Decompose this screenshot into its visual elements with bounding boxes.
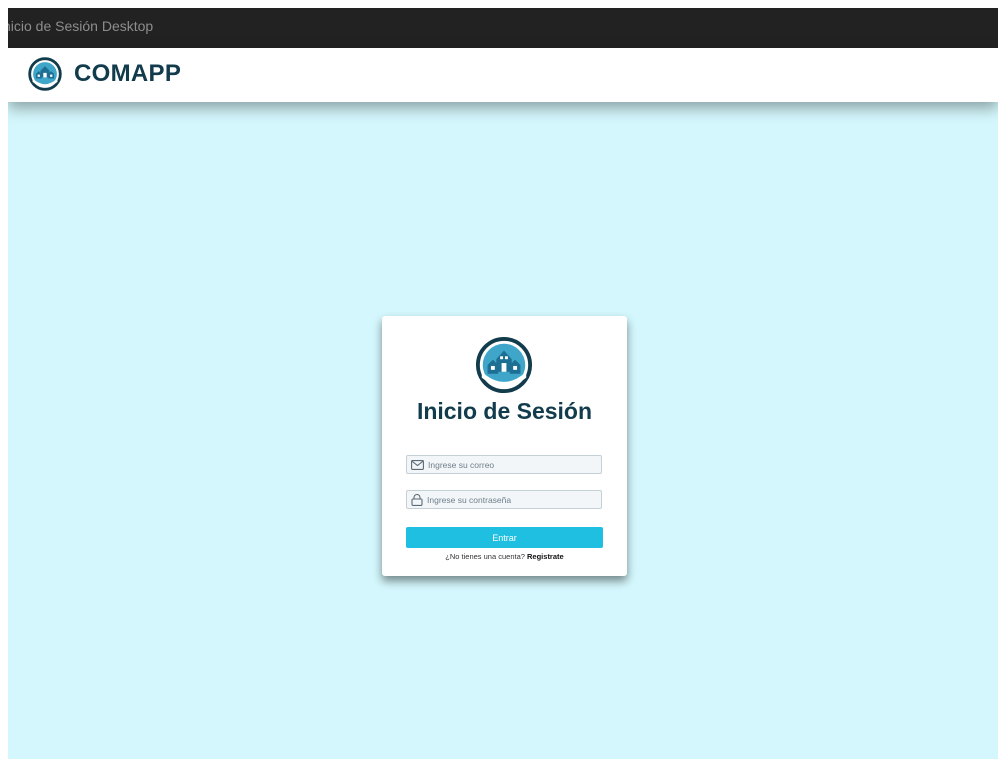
password-input[interactable] bbox=[423, 491, 597, 508]
app-window: nicio de Sesión Desktop COMAPP Inicio de… bbox=[8, 8, 998, 759]
login-card: Inicio de Sesión Entrar ¿No tienes una c… bbox=[382, 316, 627, 576]
house-community-logo-icon bbox=[28, 57, 62, 91]
lock-icon bbox=[411, 493, 423, 506]
envelope-icon bbox=[411, 459, 424, 470]
page-title: Inicio de Sesión bbox=[416, 398, 593, 424]
window-title: nicio de Sesión Desktop bbox=[8, 18, 154, 34]
register-text: ¿No tienes una cuenta? bbox=[445, 552, 525, 561]
window-titlebar: nicio de Sesión Desktop bbox=[8, 8, 998, 48]
password-field[interactable] bbox=[406, 490, 602, 509]
register-prompt: ¿No tienes una cuenta? Registrate bbox=[382, 552, 627, 561]
house-community-logo-icon bbox=[475, 336, 533, 394]
brand-name: COMAPP bbox=[74, 60, 182, 87]
email-input[interactable] bbox=[424, 456, 598, 473]
register-link[interactable]: Registrate bbox=[527, 552, 564, 561]
app-header: COMAPP bbox=[8, 48, 998, 102]
email-field[interactable] bbox=[406, 455, 602, 474]
brand[interactable]: COMAPP bbox=[28, 57, 181, 91]
login-button[interactable]: Entrar bbox=[406, 527, 603, 548]
